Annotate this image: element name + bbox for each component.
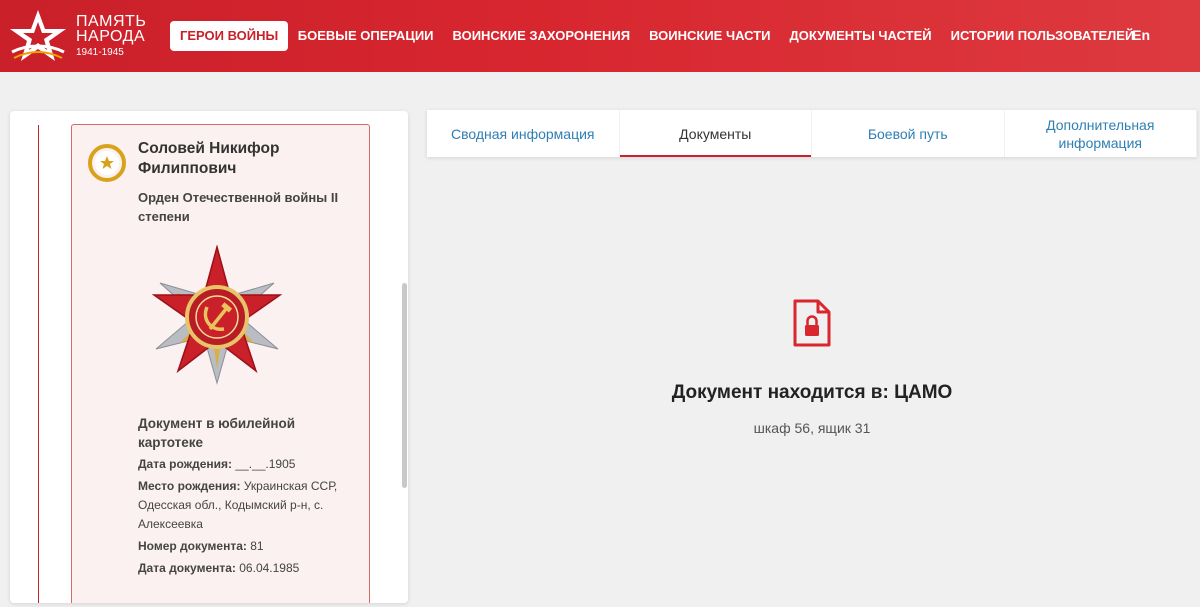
person-name: Соловей Никифор Филиппович [138, 140, 280, 177]
field-birth-place: Место рождения: Украинская ССР, Одесская… [138, 477, 358, 534]
field-birth-date: Дата рождения: __.__.1905 [138, 455, 358, 474]
scrollbar-thumb[interactable] [402, 283, 407, 488]
nav-unit-documents[interactable]: ДОКУМЕНТЫ ЧАСТЕЙ [780, 21, 941, 51]
field-label: Дата документа: [138, 561, 236, 575]
logo-years: 1941-1945 [76, 47, 124, 58]
document-shelf: шкаф 56, ящик 31 [753, 420, 871, 436]
nav-user-stories[interactable]: ИСТОРИИ ПОЛЬЗОВАТЕЛЕЙ [941, 21, 1144, 51]
star-logo-icon [10, 10, 66, 61]
field-label: Номер документа: [138, 539, 247, 553]
nav-operations[interactable]: БОЕВЫЕ ОПЕРАЦИИ [288, 21, 443, 51]
field-document-date: Дата документа: 06.04.1985 [138, 559, 358, 578]
field-value: 81 [246, 539, 264, 553]
tab-summary[interactable]: Сводная информация [427, 110, 620, 157]
nav-units[interactable]: ВОИНСКИЕ ЧАСТИ [640, 21, 780, 51]
detail-tabs: Сводная информация Документы Боевой путь… [427, 110, 1197, 157]
site-header: ПАМЯТЬ НАРОДА 1941-1945 ГЕРОИ ВОЙНЫ БОЕВ… [0, 0, 1200, 72]
nav-burials[interactable]: ВОИНСКИЕ ЗАХОРОНЕНИЯ [443, 21, 640, 51]
document-title: Документ в юбилейной картотеке [138, 416, 296, 450]
document-info: Документ в юбилейной картотеке Дата рожд… [138, 414, 358, 581]
award-badge-icon [88, 144, 126, 182]
field-value: __.__.1905 [232, 457, 296, 471]
timeline-panel: Соловей Никифор Филиппович Орден Отечест… [10, 111, 408, 603]
document-location: Документ находится в: ЦАМО [671, 382, 953, 403]
nav-heroes[interactable]: ГЕРОИ ВОЙНЫ [170, 21, 289, 51]
field-value: 06.04.1985 [235, 561, 300, 575]
award-title: Орден Отечественной войны II степени [138, 190, 339, 224]
tab-documents[interactable]: Документы [619, 110, 812, 157]
site-logo[interactable]: ПАМЯТЬ НАРОДА 1941-1945 [8, 8, 158, 66]
field-label: Дата рождения: [138, 457, 233, 471]
main-nav: ГЕРОИ ВОЙНЫ БОЕВЫЕ ОПЕРАЦИИ ВОИНСКИЕ ЗАХ… [170, 21, 1144, 51]
order-medal-image [151, 245, 283, 385]
language-switch[interactable]: En [1132, 27, 1150, 43]
timeline-line [38, 125, 39, 603]
field-label: Место рождения: [138, 479, 241, 493]
tab-additional-info[interactable]: Дополнительная информация [1005, 110, 1197, 157]
logo-line-1: ПАМЯТЬ [76, 13, 147, 30]
logo-text: ПАМЯТЬ НАРОДА 1941-1945 [76, 14, 146, 59]
field-document-number: Номер документа: 81 [138, 537, 358, 556]
tab-combat-path[interactable]: Боевой путь [812, 110, 1005, 157]
logo-line-2: НАРОДА [76, 28, 146, 45]
award-card[interactable]: Соловей Никифор Филиппович Орден Отечест… [71, 124, 370, 603]
locked-document-icon [793, 299, 831, 347]
